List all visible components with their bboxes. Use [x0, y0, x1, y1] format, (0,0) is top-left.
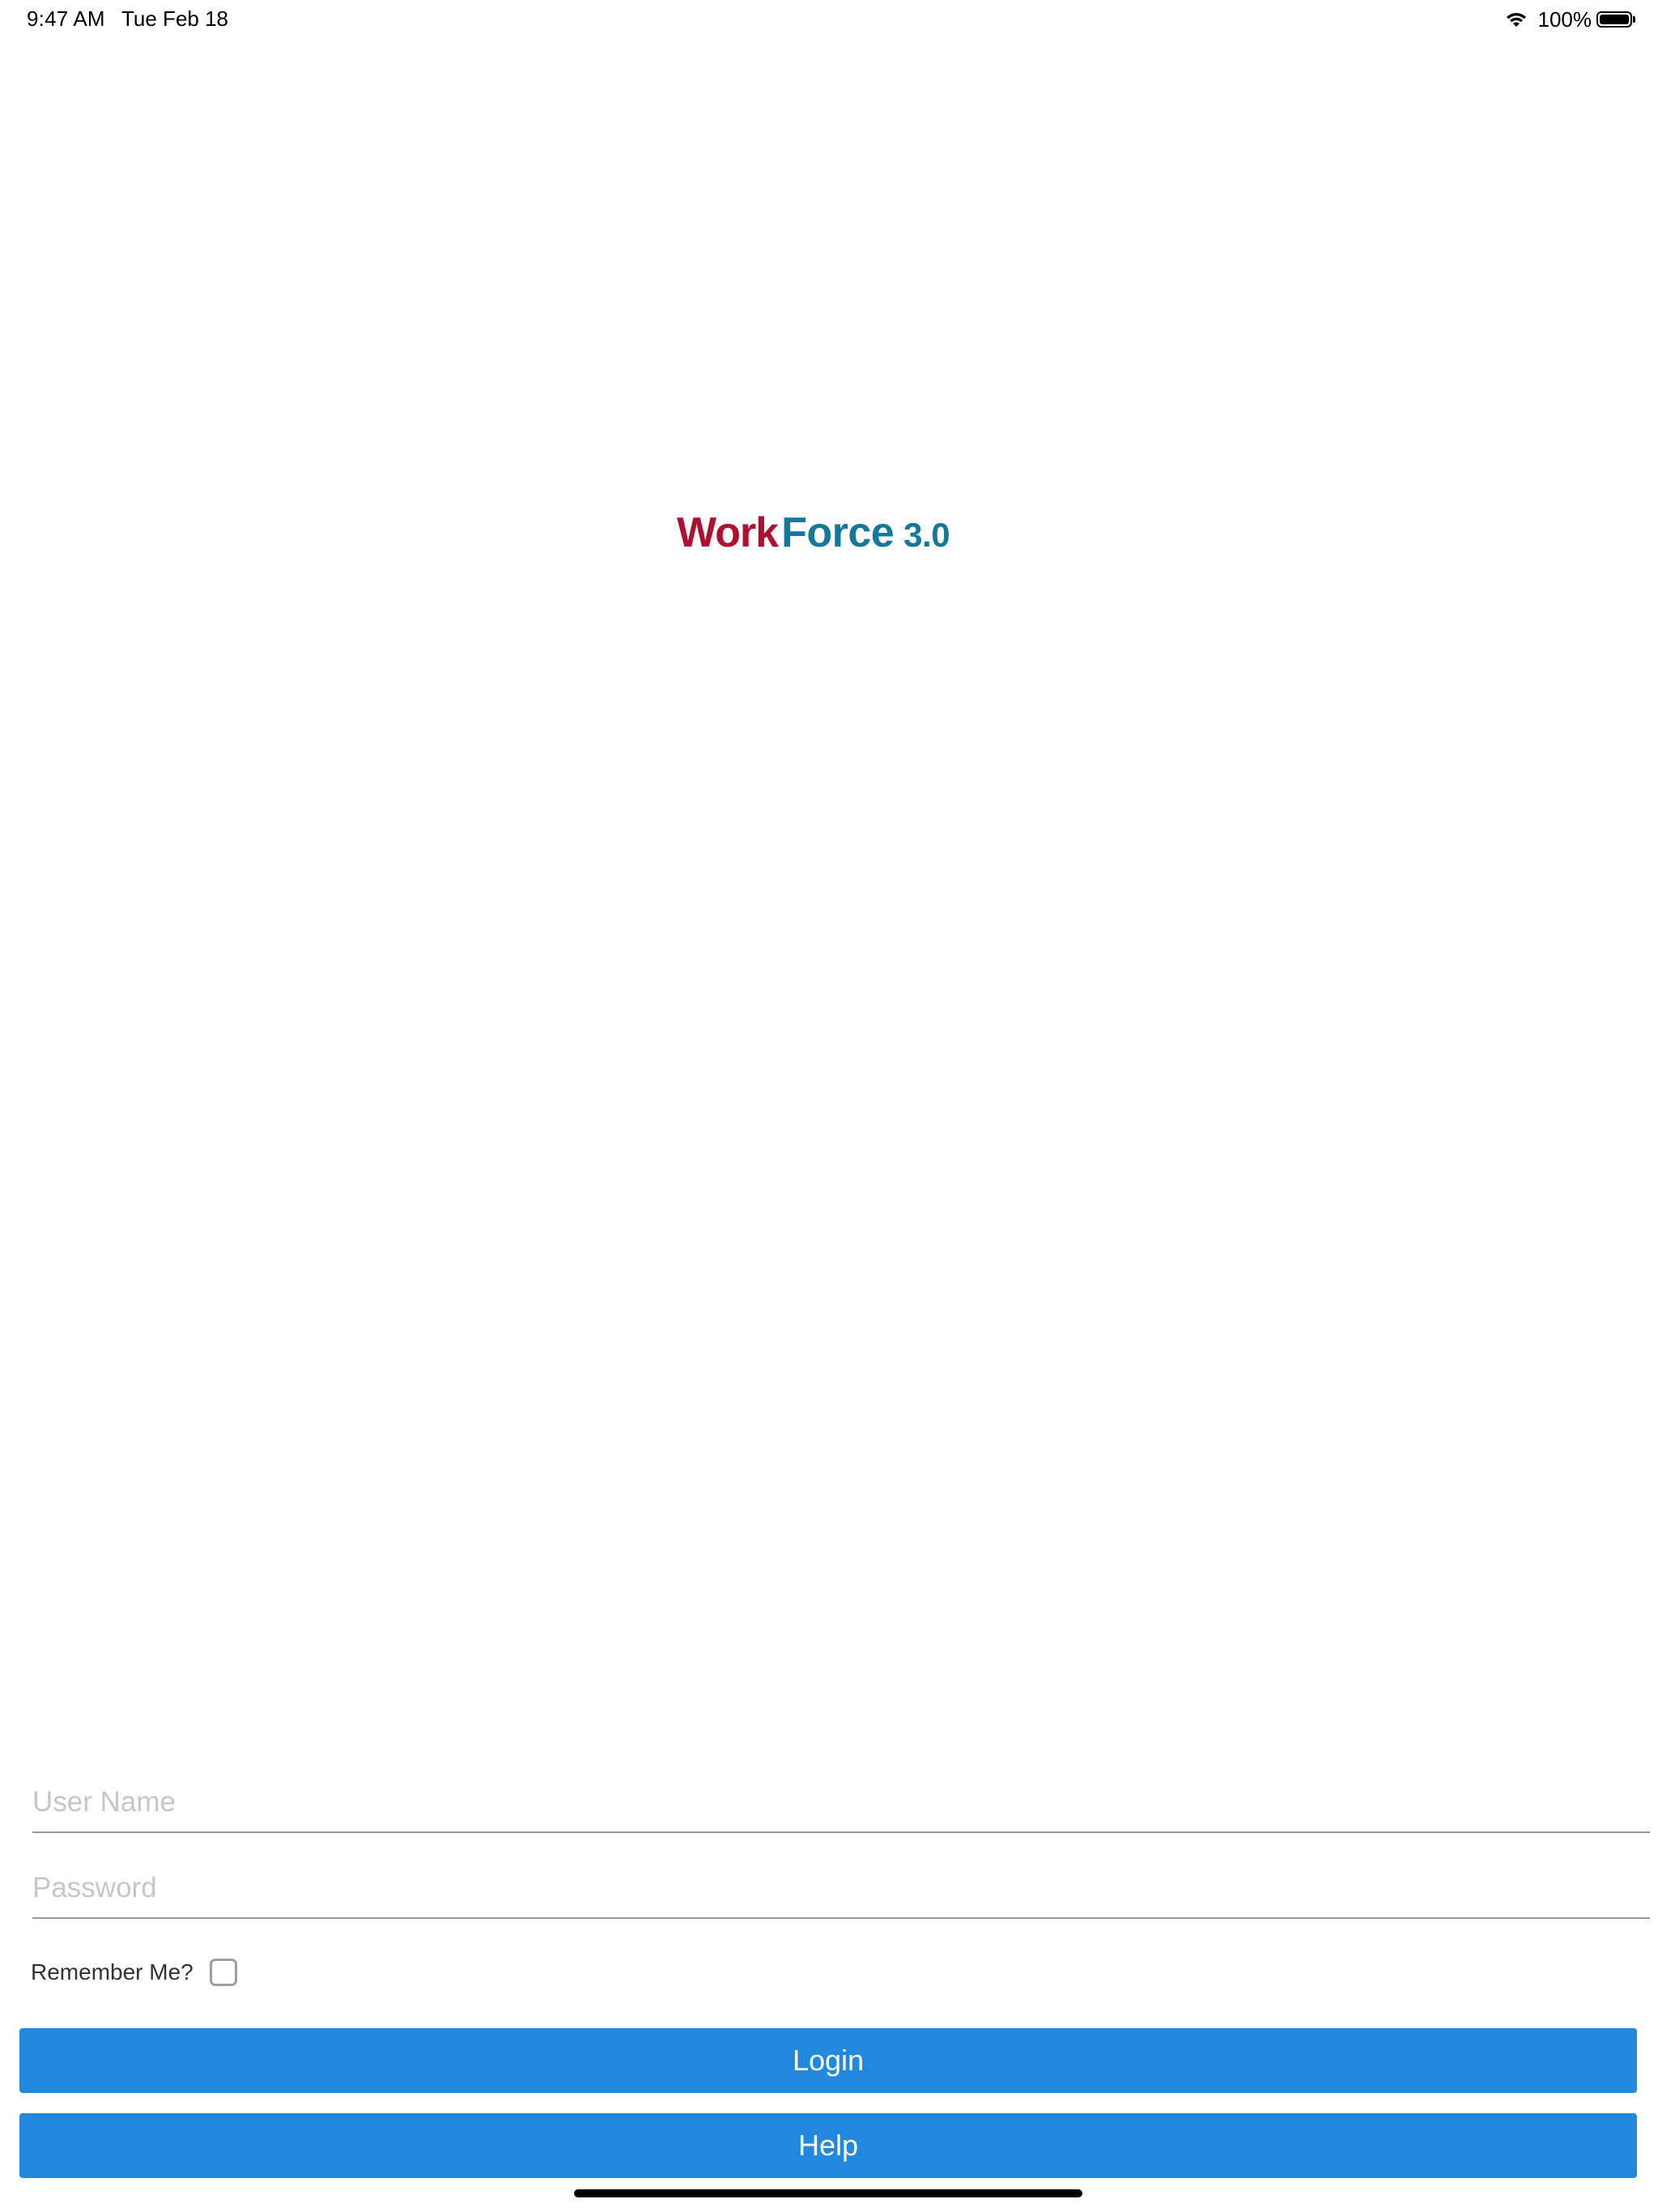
battery-percentage: 100%: [1537, 6, 1592, 32]
username-field: [32, 1773, 1650, 1833]
password-input[interactable]: [32, 1859, 1650, 1917]
logo-force-text: Force: [781, 509, 895, 556]
remember-me-checkbox[interactable]: [209, 1959, 237, 1986]
help-button[interactable]: Help: [19, 2113, 1637, 2178]
status-time: 9:47 AM: [27, 6, 105, 31]
remember-me-label: Remember Me?: [31, 1959, 193, 1984]
app-logo: Work Force 3.0: [677, 508, 950, 557]
logo-work-text: Work: [677, 509, 779, 556]
username-input[interactable]: [32, 1773, 1650, 1831]
login-button[interactable]: Login: [19, 2028, 1637, 2093]
battery-icon: [1596, 11, 1635, 28]
status-bar: 9:47 AM Tue Feb 18 100%: [0, 0, 1658, 39]
remember-me-row: Remember Me?: [31, 1955, 237, 1990]
password-field: [32, 1859, 1650, 1919]
status-date: Tue Feb 18: [121, 6, 229, 31]
home-indicator: [574, 2189, 1082, 2197]
status-indicators: 100%: [1504, 6, 1635, 32]
logo-version-text: 3.0: [903, 516, 950, 554]
wifi-icon: [1504, 10, 1528, 29]
